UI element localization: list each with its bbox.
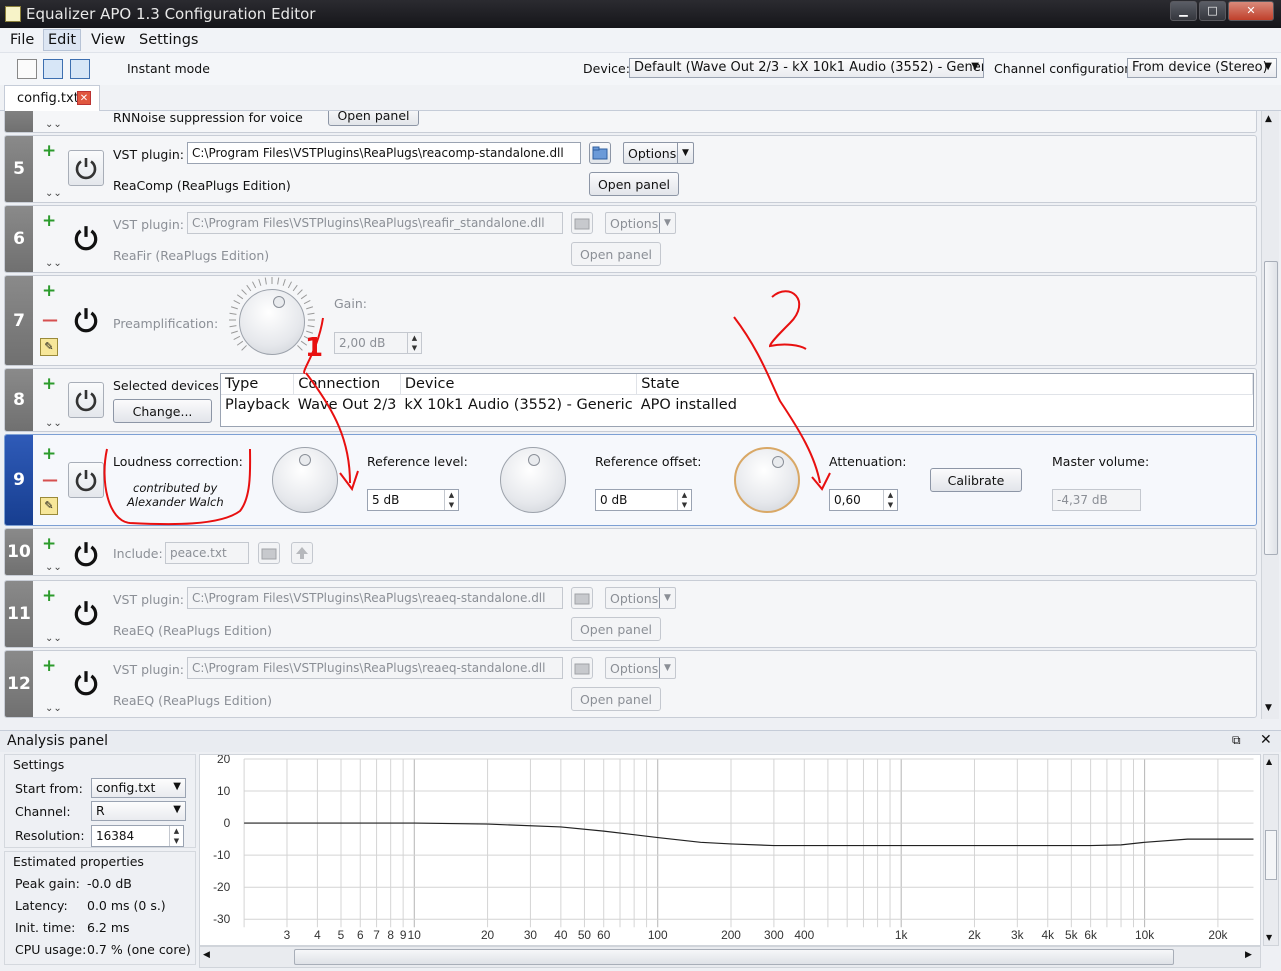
cpu-usage-label: CPU usage: [15, 942, 87, 957]
instant-mode-label: Instant mode [127, 61, 210, 76]
start-from-label: Start from: [15, 781, 83, 796]
init-time-label: Init. time: [15, 920, 76, 935]
analysis-panel-title: Analysis panel [7, 733, 108, 749]
scroll-up-icon[interactable]: ▲ [1266, 757, 1272, 766]
x-tick-label: 6 [357, 928, 364, 942]
x-tick-label: 3k [1011, 928, 1024, 942]
editor-scrollbar[interactable]: ▲ ▼ [1261, 111, 1279, 719]
scroll-down-icon[interactable]: ▼ [1265, 703, 1272, 713]
y-tick-label: -30 [213, 912, 231, 926]
resolution-spinbox[interactable]: 16384 ▲ ▼ [91, 825, 184, 847]
menu-edit[interactable]: Edit [43, 29, 82, 51]
window-title: Equalizer APO 1.3 Configuration Editor [26, 5, 316, 23]
latency-value: 0.0 ms (0 s.) [87, 898, 166, 913]
x-tick-label: 6k [1084, 928, 1097, 942]
x-tick-label: 400 [794, 928, 814, 942]
channel-config-select[interactable]: From device (Stereo) ▼ [1127, 58, 1277, 78]
annotation-number-1: 1 [305, 333, 324, 363]
filter-editor: ⌄⌄ RNNoise suppression for voice Open pa… [0, 111, 1281, 719]
settings-group: Settings Start from: config.txt ▼ Channel… [4, 754, 196, 848]
x-tick-label: 10k [1135, 928, 1154, 942]
peak-gain-value: -0.0 dB [87, 876, 132, 891]
title-bar: Equalizer APO 1.3 Configuration Editor ▁… [0, 0, 1281, 28]
estimated-title: Estimated properties [13, 854, 144, 869]
y-tick-label: 0 [224, 816, 231, 830]
start-from-select[interactable]: config.txt ▼ [91, 778, 186, 798]
annotation-line-2 [733, 316, 821, 484]
channel-label: Channel: [15, 804, 71, 819]
x-tick-label: 5k [1065, 928, 1078, 942]
x-tick-label: 60 [597, 928, 611, 942]
x-tick-label: 300 [764, 928, 784, 942]
menu-file[interactable]: File [6, 32, 38, 48]
annotation-overlay [103, 290, 831, 526]
minimize-button[interactable]: ▁ [1170, 1, 1197, 21]
response-curve [244, 822, 1254, 847]
x-tick-label: 5 [338, 928, 345, 942]
estimated-properties-group: Estimated properties Peak gain: -0.0 dB … [4, 851, 196, 965]
x-tick-label: 4k [1041, 928, 1054, 942]
device-select[interactable]: Default (Wave Out 2/3 - kX 10k1 Audio (3… [629, 58, 984, 78]
x-tick-label: 9 [400, 928, 407, 942]
menu-settings[interactable]: Settings [135, 32, 202, 48]
y-tick-label: -20 [213, 880, 231, 894]
scroll-left-icon[interactable]: ◀ [203, 950, 210, 960]
y-tick-label: 20 [217, 754, 231, 766]
frequency-response-chart[interactable]: 20100-10-20-303 4 5 6 7 8 9 10 20 30 40 50 60 100 200 3… [199, 754, 1261, 946]
x-tick-label: 20 [481, 928, 495, 942]
x-tick-label: 8 [387, 928, 394, 942]
analysis-panel-header: Analysis panel ⧉ ✕ [0, 730, 1281, 752]
resolution-label: Resolution: [15, 828, 85, 843]
close-button[interactable]: ✕ [1228, 1, 1274, 21]
close-tab-icon[interactable]: ✕ [77, 91, 91, 105]
plot-hscrollbar[interactable]: ◀ ▶ [199, 946, 1261, 968]
tab-bar: config.txt ✕ [0, 85, 1281, 111]
float-panel-icon[interactable]: ⧉ [1232, 733, 1241, 748]
channel-config-label: Channel configuration: [994, 61, 1137, 76]
new-file-icon[interactable] [17, 59, 37, 79]
maximize-button[interactable]: □ [1199, 1, 1226, 21]
x-tick-label: 3 [284, 928, 291, 942]
x-tick-label: 10 [408, 928, 422, 942]
cpu-usage-value: 0.7 % (one core) [87, 942, 191, 957]
y-tick-label: 10 [217, 784, 231, 798]
scroll-down-icon[interactable]: ▼ [1266, 933, 1272, 942]
settings-title: Settings [13, 757, 65, 772]
scroll-right-icon[interactable]: ▶ [1245, 950, 1252, 960]
x-tick-label: 2k [968, 928, 981, 942]
x-tick-label: 7 [373, 928, 380, 942]
menu-view[interactable]: View [87, 32, 129, 48]
peak-gain-label: Peak gain: [15, 876, 80, 891]
scroll-up-icon[interactable]: ▲ [1265, 114, 1272, 124]
menu-bar: File Edit View Settings [0, 28, 1281, 53]
x-tick-label: 1k [895, 928, 908, 942]
save-file-icon[interactable] [70, 59, 90, 79]
annotation-arrowhead-2 [811, 472, 831, 491]
channel-select[interactable]: R ▼ [91, 801, 186, 821]
x-tick-label: 30 [524, 928, 538, 942]
app-icon [5, 6, 21, 22]
x-tick-label: 4 [314, 928, 321, 942]
scroll-thumb[interactable] [1265, 830, 1277, 880]
plot-vscrollbar[interactable]: ▲ ▼ [1263, 754, 1279, 946]
x-tick-label: 50 [578, 928, 592, 942]
open-file-icon[interactable] [43, 59, 63, 79]
scroll-thumb[interactable] [1264, 261, 1278, 555]
latency-label: Latency: [15, 898, 68, 913]
annotation-circle [103, 448, 252, 526]
close-panel-icon[interactable]: ✕ [1260, 732, 1272, 748]
x-tick-label: 20k [1208, 928, 1227, 942]
init-time-value: 6.2 ms [87, 920, 130, 935]
toolbar: ✓ Instant mode Device: Default (Wave Out… [0, 53, 1281, 128]
y-tick-label: -10 [213, 848, 231, 862]
tab-config[interactable]: config.txt ✕ [4, 85, 100, 111]
scroll-thumb[interactable] [294, 949, 1174, 965]
x-tick-label: 100 [648, 928, 668, 942]
x-tick-label: 40 [554, 928, 568, 942]
x-tick-label: 200 [721, 928, 741, 942]
device-label: Device: [583, 61, 630, 76]
